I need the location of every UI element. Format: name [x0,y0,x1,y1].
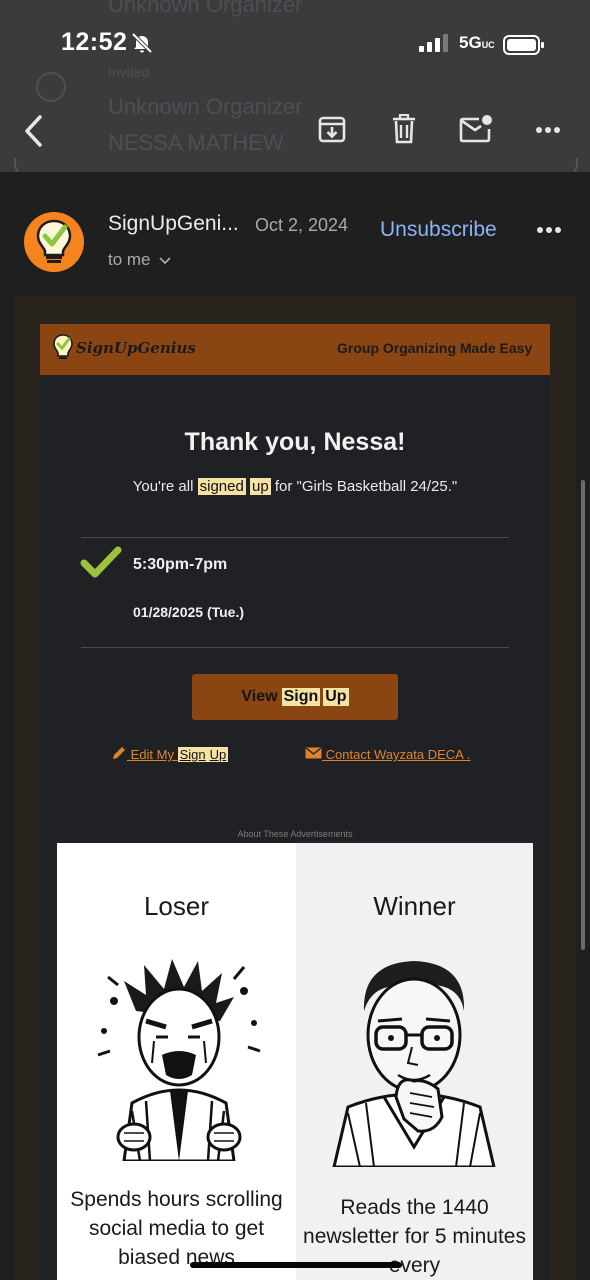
back-arrow-icon[interactable] [22,114,46,148]
thoughtful-man-illustration [332,961,496,1167]
divider-top [81,537,509,538]
network-label: 5G [459,33,482,52]
brand-wordmark: SignUpGenius [76,339,196,357]
view-btn-up: Up [323,688,349,706]
signup-text-pre: You're all [132,478,194,495]
scrollbar[interactable] [581,480,585,950]
divider-bottom [81,647,509,648]
trash-icon[interactable] [390,114,418,144]
contact-link-label: Contact Wayzata DECA . [325,747,471,762]
ad-right-label: Winner [373,891,456,921]
signup-text-post: for "Girls Basketball 24/25." [274,478,458,495]
background-attendee-text: NESSA MATHEW [108,130,284,155]
contact-organizer-link[interactable]: Contact Wayzata DECA . [305,747,470,762]
more-icon[interactable] [535,126,561,134]
recipient-details-toggle[interactable]: to me [108,250,171,270]
slot-time: 5:30pm-7pm [133,556,228,573]
status-time: 12:52 [61,28,128,56]
background-person-icon [36,72,66,102]
highlight-up: up [249,478,271,495]
background-organizer-text: Unknown Organizer [108,0,303,17]
lightbulb-check-icon [36,219,72,263]
cellular-signal-icon [419,34,448,52]
archive-icon[interactable] [317,114,347,144]
signup-confirmation-text: You're all signed up for "Girls Basketba… [40,478,550,495]
view-btn-pre: View [241,688,278,705]
background-invited-text: Invited [108,64,150,80]
ad-left-label: Loser [143,891,210,921]
ad-left-caption: Spends hours scrolling social media to g… [70,1188,283,1269]
message-more-icon[interactable] [536,226,562,234]
envelope-icon [305,747,322,759]
previous-message-card-edge [14,158,578,172]
background-organizer-text-2: Unknown Organizer [108,94,303,119]
unsubscribe-link[interactable]: Unsubscribe [380,218,497,242]
home-indicator[interactable] [190,1262,402,1268]
view-btn-sign: Sign [281,688,321,706]
battery-icon [503,35,544,55]
ad-panel-winner: Winner Reads the 1440 newsletter for 5 m… [296,843,533,1280]
chevron-down-icon [159,257,171,265]
edit-link-up: Up [207,747,229,762]
thank-you-heading: Thank you, Nessa! [184,428,406,456]
edit-link-pre: Edit My [130,747,174,762]
message-date: Oct 2, 2024 [255,215,349,235]
newsletter-ad[interactable]: Loser Spends hours scrolling social medi… [57,843,533,1280]
top-app-bar: Unknown Organizer Invited Unknown Organi… [0,0,590,172]
sender-avatar[interactable] [24,212,84,272]
edit-link-sign: Sign [177,747,208,762]
angry-man-illustration [97,959,261,1161]
brand-lightbulb-icon [53,334,73,359]
brand-logo[interactable]: SignUpGenius [52,333,196,363]
brand-tagline: Group Organizing Made Easy [337,340,533,356]
checkmark-icon [80,546,122,578]
about-ads-link[interactable]: About These Advertisements [40,829,550,839]
recipient-label: to me [108,250,151,269]
silent-bell-icon [131,32,153,54]
pencil-icon [113,747,125,759]
edit-signup-link[interactable]: Edit My Sign Up [111,745,229,762]
slot-date: 01/28/2025 (Tue.) [133,604,245,620]
mark-unread-icon[interactable] [459,114,493,144]
network-indicator: 5GUC [459,33,495,53]
ad-panel-loser: Loser Spends hours scrolling social medi… [57,843,296,1280]
sender-name[interactable]: SignUpGeni... [108,212,239,236]
view-signup-button[interactable]: View Sign Up [192,674,398,720]
network-sub-label: UC [481,40,495,50]
highlight-signed: signed [197,478,246,495]
